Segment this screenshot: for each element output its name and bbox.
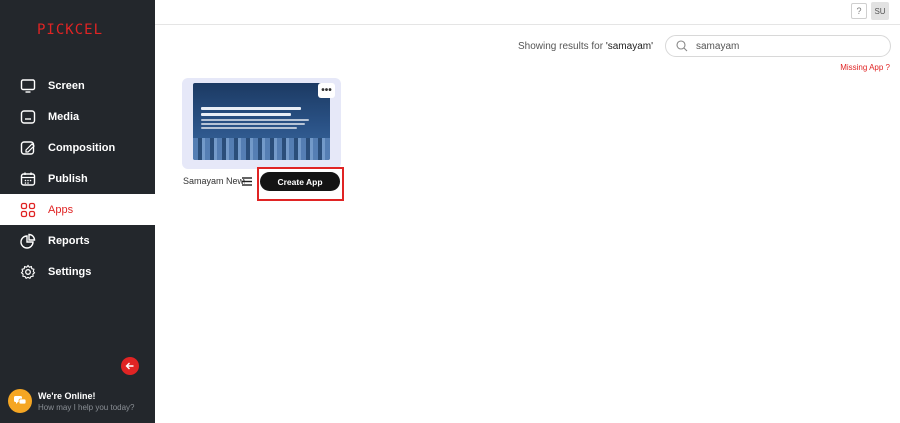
chat-icon <box>8 389 32 413</box>
thumbnail-photo <box>193 138 330 160</box>
calendar-icon <box>20 171 36 187</box>
gear-icon <box>20 264 36 280</box>
sidebar-item-label: Apps <box>48 203 74 216</box>
search-input[interactable] <box>696 40 876 52</box>
app-name: Samayam News <box>183 176 245 186</box>
sidebar-item-label: Settings <box>48 265 92 278</box>
app-thumbnail <box>193 83 330 160</box>
sidebar-item-label: Reports <box>48 234 90 247</box>
apps-grid-icon <box>20 202 36 218</box>
search-icon <box>676 40 688 52</box>
sidebar-nav: Screen Media Composition Publish Apps Re… <box>0 70 155 287</box>
sidebar-item-reports[interactable]: Reports <box>0 225 155 256</box>
search-results-summary: Showing results for 'samayam' <box>518 41 653 52</box>
sidebar-item-label: Media <box>48 110 80 123</box>
chat-text: We're Online! How may I help you today? <box>38 390 135 413</box>
sidebar-item-screen[interactable]: Screen <box>0 70 155 101</box>
media-icon <box>20 109 36 125</box>
sidebar-item-label: Composition <box>48 141 116 154</box>
chat-subtitle: How may I help you today? <box>38 402 135 412</box>
user-avatar[interactable]: SU <box>871 2 889 20</box>
brand-logo[interactable]: PICKCEL <box>37 22 103 38</box>
results-query: 'samayam' <box>605 41 653 52</box>
sidebar-item-media[interactable]: Media <box>0 101 155 132</box>
more-options-button[interactable]: ••• <box>318 83 335 98</box>
create-app-button[interactable]: Create App <box>260 172 340 191</box>
results-prefix: Showing results for <box>518 41 606 52</box>
sidebar-item-label: Screen <box>48 79 85 92</box>
search-box[interactable] <box>665 35 891 57</box>
help-button[interactable]: ? <box>851 3 867 19</box>
live-chat-widget[interactable]: We're Online! How may I help you today? <box>8 386 153 416</box>
missing-app-link[interactable]: Missing App ? <box>840 63 890 72</box>
sidebar-item-publish[interactable]: Publish <box>0 163 155 194</box>
pie-chart-icon <box>20 233 36 249</box>
thumbnail-headline <box>201 107 311 131</box>
sidebar-item-apps[interactable]: Apps <box>0 194 155 225</box>
collapse-sidebar-button[interactable] <box>121 357 139 375</box>
chat-title: We're Online! <box>38 390 96 401</box>
sidebar-item-settings[interactable]: Settings <box>0 256 155 287</box>
sidebar-item-label: Publish <box>48 172 88 185</box>
sidebar-item-composition[interactable]: Composition <box>0 132 155 163</box>
edit-icon <box>20 140 36 156</box>
arrow-left-icon <box>125 362 134 370</box>
monitor-icon <box>20 78 36 94</box>
sidebar: PICKCEL Screen Media Composition Publish <box>0 0 155 423</box>
top-bar: ? SU <box>155 0 900 25</box>
menu-icon[interactable] <box>241 175 253 187</box>
